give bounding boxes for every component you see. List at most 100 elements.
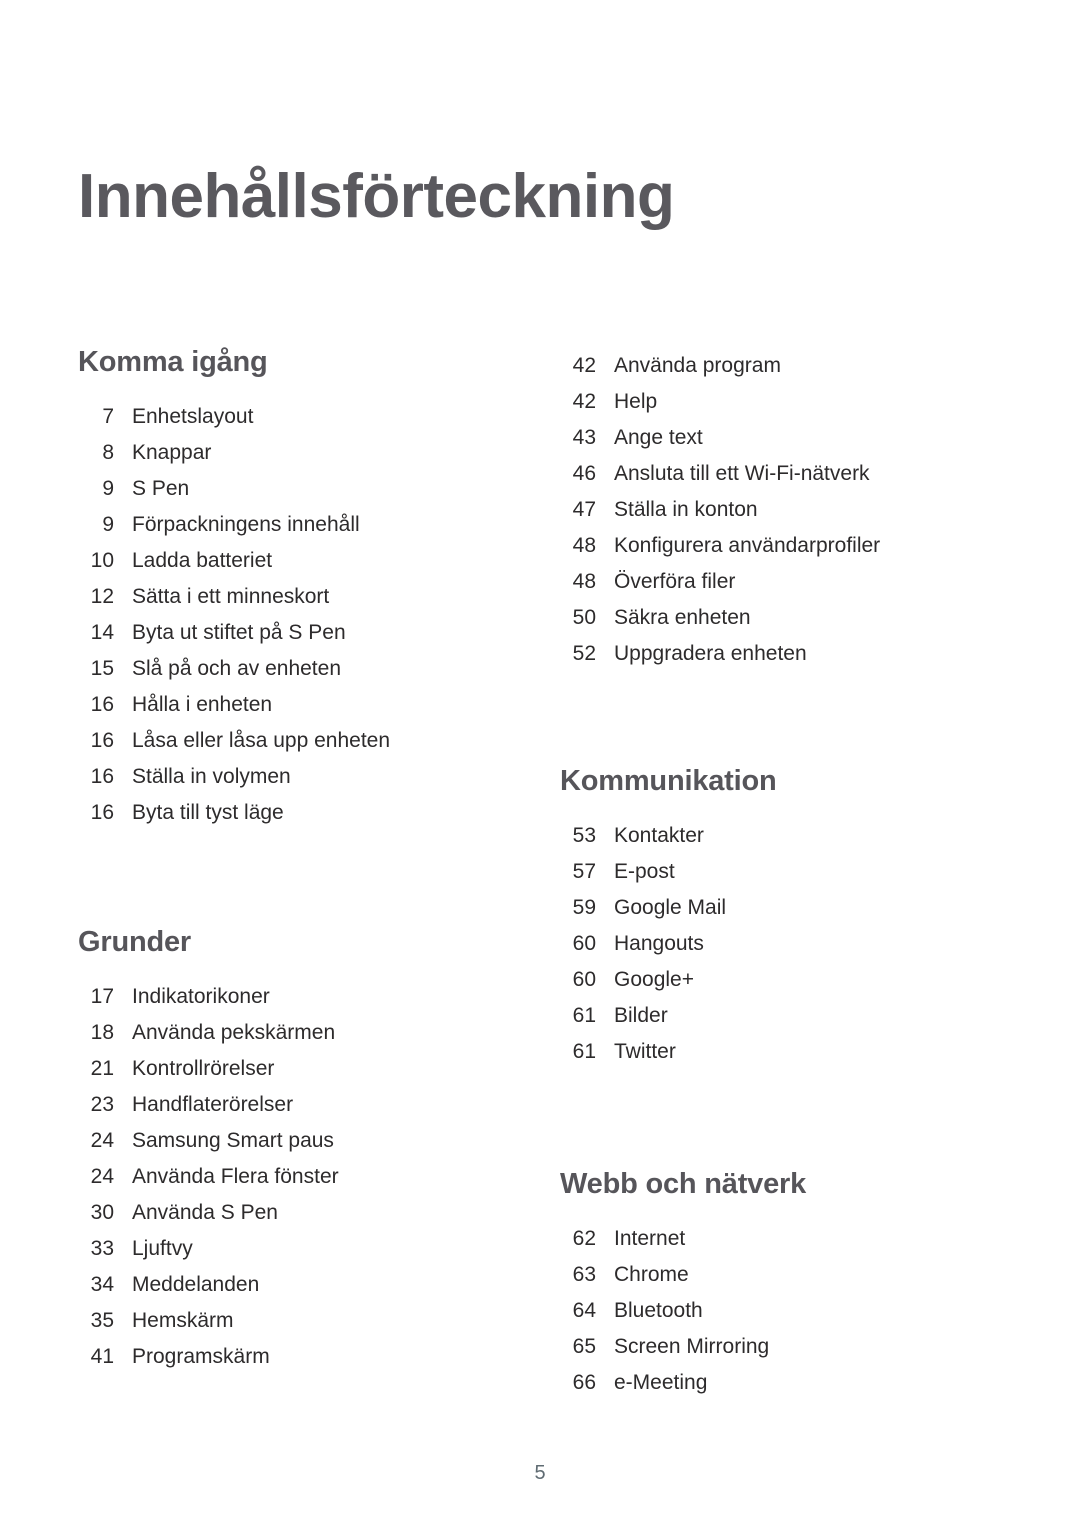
toc-entry-label: Sätta i ett minneskort: [132, 585, 330, 608]
toc-entry[interactable]: 16 Byta till tyst läge: [78, 795, 508, 831]
toc-entry-page: 7: [102, 405, 114, 428]
toc-entry[interactable]: 63 Chrome: [560, 1257, 990, 1293]
toc-entry-page: 21: [90, 1057, 114, 1080]
toc-entry-page: 16: [90, 765, 114, 788]
toc-entry-label: Ansluta till ett Wi-Fi-nätverk: [614, 462, 870, 485]
toc-entry[interactable]: 66 e-Meeting: [560, 1365, 990, 1401]
toc-entry-page: 16: [90, 729, 114, 752]
toc-entry[interactable]: 9 S Pen: [78, 471, 508, 507]
toc-entry-page: 42: [572, 354, 596, 377]
toc-entry[interactable]: 21 Kontrollrörelser: [78, 1051, 508, 1087]
toc-entry[interactable]: 61 Twitter: [560, 1034, 990, 1070]
toc-entry-list: 62 Internet 63 Chrome 64 Bluetooth 65 Sc…: [560, 1221, 990, 1401]
toc-entry-label: Ladda batteriet: [132, 549, 273, 572]
toc-entry[interactable]: 24 Använda Flera fönster: [78, 1159, 508, 1195]
toc-entry-label: Konfigurera användarprofiler: [614, 534, 881, 557]
toc-entry-label: Internet: [614, 1227, 686, 1250]
toc-entry-page: 60: [572, 932, 596, 955]
toc-entry[interactable]: 18 Använda pekskärmen: [78, 1015, 508, 1051]
toc-entry-label: Använda pekskärmen: [132, 1021, 336, 1044]
toc-entry[interactable]: 12 Sätta i ett minneskort: [78, 579, 508, 615]
toc-entry[interactable]: 61 Bilder: [560, 998, 990, 1034]
toc-entry-page: 24: [90, 1129, 114, 1152]
toc-entry[interactable]: 50 Säkra enheten: [560, 600, 990, 636]
toc-entry-label: Slå på och av enheten: [132, 657, 341, 680]
toc-entry-page: 30: [90, 1201, 114, 1224]
toc-entry[interactable]: 42 Använda program: [560, 348, 990, 384]
toc-entry[interactable]: 53 Kontakter: [560, 818, 990, 854]
toc-entry-label: Byta ut stiftet på S Pen: [132, 621, 346, 644]
toc-entry-label: Förpackningens innehåll: [132, 513, 360, 536]
toc-entry-page: 61: [572, 1004, 596, 1027]
toc-entry[interactable]: 48 Överföra filer: [560, 564, 990, 600]
toc-entry-page: 16: [90, 801, 114, 824]
toc-entry-label: Överföra filer: [614, 570, 736, 593]
toc-entry-page: 66: [572, 1371, 596, 1394]
toc-entry-page: 63: [572, 1263, 596, 1286]
toc-entry[interactable]: 33 Ljuftvy: [78, 1231, 508, 1267]
toc-entry[interactable]: 47 Ställa in konton: [560, 492, 990, 528]
toc-entry[interactable]: 42 Help: [560, 384, 990, 420]
toc-entry-page: 12: [90, 585, 114, 608]
toc-entry-page: 62: [572, 1227, 596, 1250]
section-heading-grunder: Grunder: [78, 926, 191, 958]
toc-entry[interactable]: 24 Samsung Smart paus: [78, 1123, 508, 1159]
toc-entry-page: 61: [572, 1040, 596, 1063]
toc-entry[interactable]: 57 E-post: [560, 854, 990, 890]
toc-entry[interactable]: 15 Slå på och av enheten: [78, 651, 508, 687]
toc-entry-label: Google+: [614, 968, 694, 991]
toc-entry[interactable]: 16 Låsa eller låsa upp enheten: [78, 723, 508, 759]
toc-column-left: Komma igång 7 Enhetslayout 8 Knappar 9 S…: [78, 348, 508, 1375]
toc-entry[interactable]: 62 Internet: [560, 1221, 990, 1257]
toc-entry[interactable]: 17 Indikatorikoner: [78, 979, 508, 1015]
toc-entry-label: Säkra enheten: [614, 606, 751, 629]
toc-entry-label: Byta till tyst läge: [132, 801, 284, 824]
toc-section-grunder: Grunder 17 Indikatorikoner 18 Använda pe…: [78, 928, 508, 1375]
toc-section-kommunikation: Kommunikation 53 Kontakter 57 E-post 59 …: [560, 767, 990, 1070]
toc-entry[interactable]: 64 Bluetooth: [560, 1293, 990, 1329]
toc-entry-label: Enhetslayout: [132, 405, 254, 428]
toc-entry-page: 43: [572, 426, 596, 449]
toc-entry-page: 24: [90, 1165, 114, 1188]
toc-entry-label: Hålla i enheten: [132, 693, 273, 716]
toc-entry[interactable]: 23 Handflaterörelser: [78, 1087, 508, 1123]
toc-entry[interactable]: 8 Knappar: [78, 435, 508, 471]
toc-entry-label: Twitter: [614, 1040, 676, 1063]
toc-entry[interactable]: 59 Google Mail: [560, 890, 990, 926]
toc-entry[interactable]: 60 Hangouts: [560, 926, 990, 962]
toc-entry-page: 35: [90, 1309, 114, 1332]
toc-entry[interactable]: 14 Byta ut stiftet på S Pen: [78, 615, 508, 651]
toc-entry[interactable]: 16 Ställa in volymen: [78, 759, 508, 795]
toc-entry-page: 34: [90, 1273, 114, 1296]
toc-entry[interactable]: 41 Programskärm: [78, 1339, 508, 1375]
toc-entry[interactable]: 34 Meddelanden: [78, 1267, 508, 1303]
toc-section-webb-och-natverk: Webb och nätverk 62 Internet 63 Chrome 6…: [560, 1170, 990, 1401]
toc-entry[interactable]: 35 Hemskärm: [78, 1303, 508, 1339]
toc-entry-page: 53: [572, 824, 596, 847]
toc-entry-page: 48: [572, 570, 596, 593]
toc-entry-page: 48: [572, 534, 596, 557]
toc-entry[interactable]: 65 Screen Mirroring: [560, 1329, 990, 1365]
toc-entry[interactable]: 60 Google+: [560, 962, 990, 998]
toc-entry-page: 16: [90, 693, 114, 716]
toc-entry[interactable]: 16 Hålla i enheten: [78, 687, 508, 723]
page-canvas: Innehållsförteckning Komma igång 7 Enhet…: [0, 0, 1080, 1527]
toc-entry-label: Använda Flera fönster: [132, 1165, 339, 1188]
toc-entry-label: Samsung Smart paus: [132, 1129, 334, 1152]
toc-entry-page: 8: [102, 441, 114, 464]
toc-section-continued: 42 Använda program 42 Help 43 Ange text …: [560, 348, 990, 672]
toc-entry[interactable]: 52 Uppgradera enheten: [560, 636, 990, 672]
toc-entry-label: Låsa eller låsa upp enheten: [132, 729, 391, 752]
toc-entry[interactable]: 9 Förpackningens innehåll: [78, 507, 508, 543]
toc-entry[interactable]: 30 Använda S Pen: [78, 1195, 508, 1231]
toc-entry-page: 18: [90, 1021, 114, 1044]
toc-entry-list: 17 Indikatorikoner 18 Använda pekskärmen…: [78, 979, 508, 1375]
toc-entry[interactable]: 7 Enhetslayout: [78, 399, 508, 435]
toc-entry-label: Bluetooth: [614, 1299, 703, 1322]
toc-entry[interactable]: 10 Ladda batteriet: [78, 543, 508, 579]
toc-entry[interactable]: 46 Ansluta till ett Wi-Fi-nätverk: [560, 456, 990, 492]
toc-entry[interactable]: 43 Ange text: [560, 420, 990, 456]
toc-section-komma-igang: Komma igång 7 Enhetslayout 8 Knappar 9 S…: [78, 348, 508, 831]
toc-entry[interactable]: 48 Konfigurera användarprofiler: [560, 528, 990, 564]
toc-entry-page: 23: [90, 1093, 114, 1116]
